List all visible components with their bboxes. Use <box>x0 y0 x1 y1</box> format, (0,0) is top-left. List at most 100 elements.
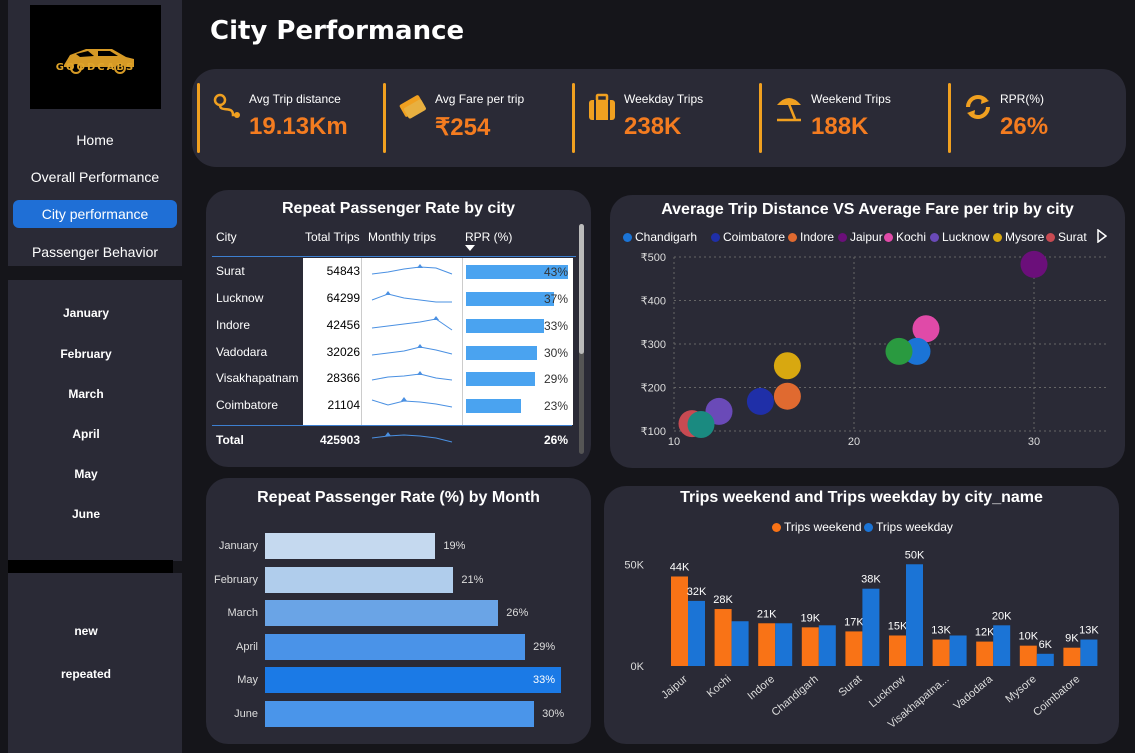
table-cell-city: Coimbatore <box>216 398 279 412</box>
rpr-value: 37% <box>543 292 568 306</box>
bar-value-label: 13K <box>1079 625 1099 637</box>
x-tick-label: 10 <box>668 436 680 448</box>
bar-value-label: 15K <box>888 620 908 632</box>
kpi-avg-fare: Avg Fare per trip ₹254 <box>383 83 563 153</box>
scatter-point <box>746 387 774 415</box>
x-tick-label: 30 <box>1028 436 1040 448</box>
column-header-city[interactable]: City <box>216 230 237 244</box>
bar-value-label: 12K <box>975 627 995 639</box>
month-march[interactable]: March <box>8 387 164 401</box>
table-cell-city: Visakhapatnam <box>216 371 299 385</box>
bar-value-label: 26% <box>506 607 529 619</box>
month-april[interactable]: April <box>8 427 164 441</box>
table-cell-city: Vadodara <box>216 345 268 359</box>
weekday-bar <box>949 635 967 666</box>
table-cell-city: Lucknow <box>216 291 264 305</box>
weekday-bar <box>775 623 793 666</box>
kpi-label: Avg Trip distance <box>249 92 341 106</box>
kpi-label: Avg Fare per trip <box>435 92 525 106</box>
table-cell-city: Indore <box>216 318 251 332</box>
suitcase-icon <box>589 93 615 120</box>
weekday-bar <box>688 600 705 666</box>
rpr-value: 43% <box>543 265 568 279</box>
kpi-accent <box>759 83 762 153</box>
weekend-bar <box>845 631 863 666</box>
weekday-bar <box>731 621 749 666</box>
brand-logo: GOODCABS <box>30 5 161 109</box>
nav-city-performance[interactable]: City performance <box>13 200 177 228</box>
bar-value-label: 38K <box>861 574 881 586</box>
x-tick-label: Lucknow <box>867 673 908 710</box>
sparkline <box>371 318 453 331</box>
y-tick-label: 50K <box>624 559 644 571</box>
column-header-rpr[interactable]: RPR (%) <box>465 230 512 244</box>
page-title: City Performance <box>210 16 465 46</box>
kpi-avg-trip-distance: Avg Trip distance 19.13Km <box>197 83 377 153</box>
sparkline <box>371 373 453 381</box>
bar-value-label: 21K <box>757 608 777 620</box>
sparkline <box>371 293 452 303</box>
x-tick-label: Coimbatore <box>1031 673 1082 719</box>
month-bar <box>265 701 535 727</box>
month-january[interactable]: January <box>8 306 164 320</box>
kpi-value: 19.13Km <box>249 113 348 140</box>
table-cell-trips: 28366 <box>326 371 360 385</box>
scatter-point <box>1020 250 1048 278</box>
passenger-type-repeated[interactable]: repeated <box>8 667 164 681</box>
month-slicer: January February March April May June <box>8 280 182 561</box>
bar-value-label: 19K <box>801 612 821 624</box>
brand-name: GOODCABS <box>55 62 136 73</box>
passenger-type-slicer: new repeated <box>8 573 182 753</box>
table-cell-trips: 21104 <box>327 398 360 412</box>
total-trips: 425903 <box>319 433 360 447</box>
kpi-accent <box>383 83 386 153</box>
month-june[interactable]: June <box>8 507 164 521</box>
month-may[interactable]: May <box>8 467 164 481</box>
weekend-bar <box>976 641 994 666</box>
nav-overall-performance[interactable]: Overall Performance <box>13 163 177 191</box>
weekend-bar <box>932 639 950 666</box>
weekday-bar <box>818 625 836 666</box>
bar-value-label: 50K <box>905 549 925 561</box>
rpr-value: 33% <box>543 319 568 333</box>
kpi-value: 188K <box>811 113 869 140</box>
card-title: Repeat Passenger Rate (%) by Month <box>257 489 540 506</box>
scatter-point <box>687 410 715 438</box>
table-cell-trips: 54843 <box>326 264 360 278</box>
bar-value-label: 20K <box>992 610 1012 622</box>
rpr-value: 30% <box>543 346 568 360</box>
bar-value-label: 44K <box>670 561 690 573</box>
weekend-bar <box>801 627 819 666</box>
bar-value-label: 9K <box>1065 633 1079 645</box>
kpi-value: ₹254 <box>435 114 491 141</box>
month-bar <box>265 600 499 626</box>
sparkline <box>371 346 453 356</box>
card-title: Repeat Passenger Rate by city <box>282 200 515 217</box>
nav-home[interactable]: Home <box>13 126 177 154</box>
kpi-weekend-trips: Weekend Trips 188K <box>759 83 939 153</box>
kpi-weekday-trips: Weekday Trips 238K <box>572 83 752 153</box>
trips-chart: 50K 0K 44K 32K Jaipur 28K Kochi 21K Indore 19K Cha… <box>624 549 1099 731</box>
weekend-bar <box>889 635 906 666</box>
sparkline <box>371 266 453 275</box>
month-february[interactable]: February <box>8 347 164 361</box>
kpi-bar: Avg Trip distance 19.13Km Avg Fare per t… <box>192 69 1126 167</box>
month-axis-label: April <box>235 641 258 653</box>
month-axis-label: January <box>218 540 258 552</box>
scatter-point <box>885 337 913 365</box>
month-bar <box>265 567 454 593</box>
kpi-accent <box>572 83 575 153</box>
passenger-type-new[interactable]: new <box>8 624 164 638</box>
bar-value-label: 33% <box>533 674 556 686</box>
weekend-bar <box>714 609 732 666</box>
sidebar-divider <box>8 560 173 573</box>
column-header-monthly-trips[interactable]: Monthly trips <box>368 230 436 244</box>
total-label: Total <box>216 433 244 447</box>
nav-passenger-behavior[interactable]: Passenger Behavior <box>13 238 177 266</box>
table-scrollbar[interactable] <box>579 224 584 454</box>
car-icon <box>64 49 134 74</box>
column-header-total-trips[interactable]: Total Trips <box>305 230 360 244</box>
y-tick-label: ₹100 <box>641 426 666 438</box>
x-tick-label: Jaipur <box>659 673 690 702</box>
refresh-icon <box>966 95 990 119</box>
